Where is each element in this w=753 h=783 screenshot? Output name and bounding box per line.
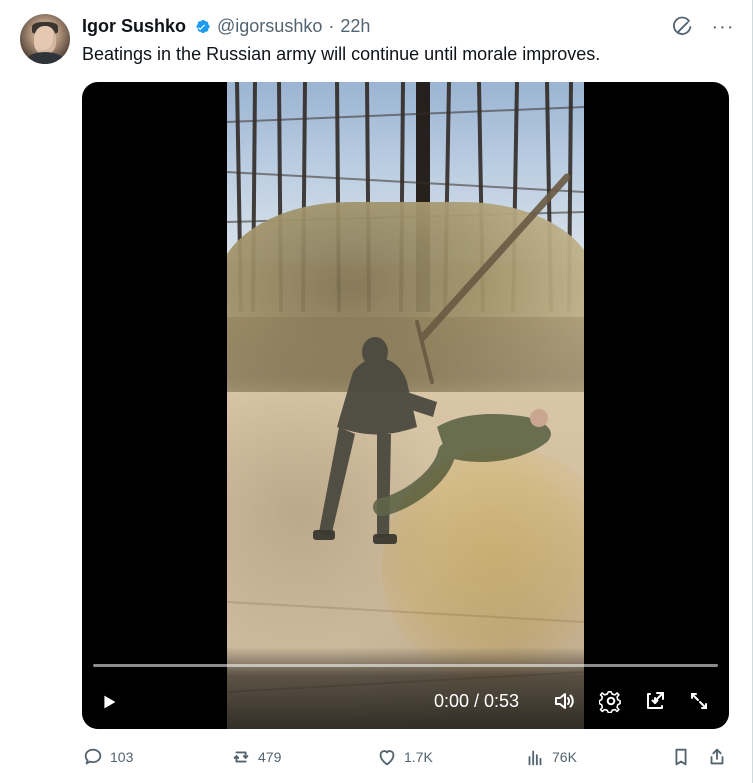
tweet-actions: 103 479 1.7K 76K [82, 742, 724, 772]
verified-badge-icon [192, 17, 211, 36]
reply-icon [82, 746, 104, 768]
repost-button[interactable]: 479 [230, 746, 281, 768]
avatar[interactable] [20, 14, 70, 64]
fullscreen-icon[interactable] [686, 688, 712, 714]
share-icon [706, 746, 728, 768]
video-frame[interactable] [227, 82, 584, 729]
repost-count: 479 [258, 749, 282, 765]
views-button[interactable]: 76K [524, 746, 577, 768]
tweet-time[interactable]: 22h [340, 16, 370, 37]
views-count: 76K [552, 749, 577, 765]
play-icon[interactable] [94, 687, 124, 717]
top-actions: ··· [672, 16, 734, 38]
video-time: 0:00 / 0:53 [434, 691, 520, 711]
like-icon [376, 746, 398, 768]
reply-count: 103 [110, 749, 134, 765]
settings-icon[interactable] [598, 688, 624, 714]
pip-icon[interactable] [642, 688, 668, 714]
more-icon[interactable]: ··· [712, 16, 734, 38]
bookmark-button[interactable] [670, 746, 692, 768]
like-button[interactable]: 1.7K [376, 746, 433, 768]
tweet-card: Igor Sushko @igorsushko · 22h ··· Beatin… [0, 0, 753, 783]
avatar-face [34, 26, 56, 54]
bookmark-icon [670, 746, 692, 768]
avatar-shirt [25, 52, 65, 64]
retweet-icon [230, 746, 252, 768]
tweet-text: Beatings in the Russian army will contin… [82, 44, 601, 64]
author-name[interactable]: Igor Sushko [82, 16, 186, 37]
share-button[interactable] [706, 746, 728, 768]
grok-icon[interactable] [672, 16, 694, 38]
volume-icon[interactable] [551, 688, 577, 714]
like-count: 1.7K [404, 749, 433, 765]
author-handle[interactable]: @igorsushko [217, 16, 322, 37]
media-container[interactable]: 0:00 / 0:53 [82, 82, 729, 729]
views-icon [524, 746, 546, 768]
video-controls: 0:00 / 0:53 [82, 647, 729, 729]
video-progress-track[interactable] [93, 664, 718, 667]
tweet-header: Igor Sushko @igorsushko · 22h [82, 14, 370, 38]
reply-button[interactable]: 103 [82, 746, 133, 768]
header-separator: · [328, 15, 335, 36]
